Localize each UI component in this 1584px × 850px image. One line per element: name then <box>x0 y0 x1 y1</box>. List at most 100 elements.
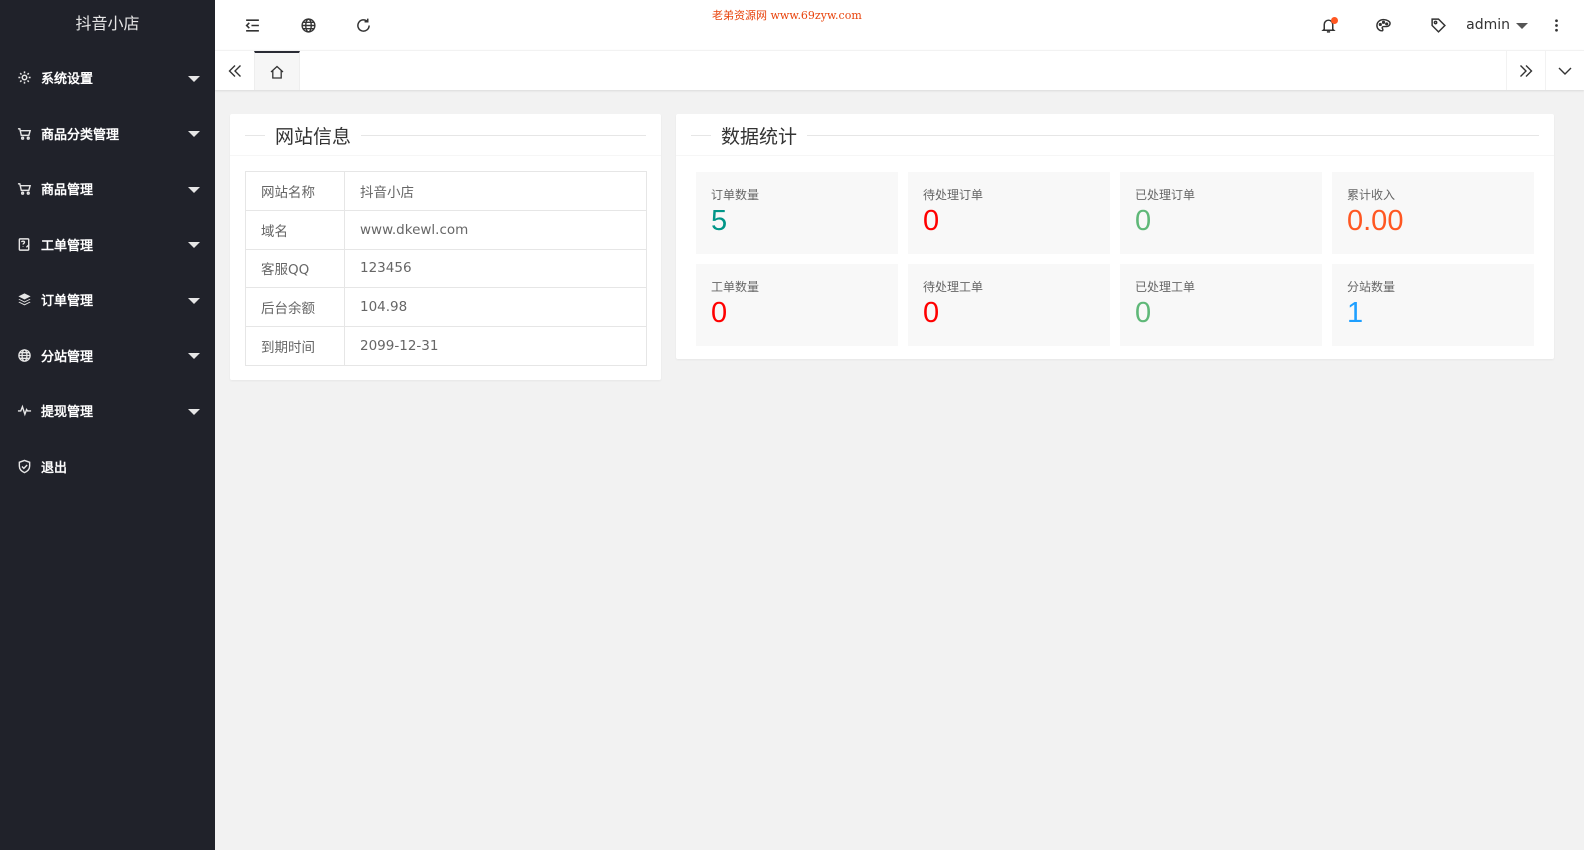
website-button[interactable] <box>288 0 328 50</box>
table-value: 2099-12-31 <box>344 326 647 366</box>
tabs-scroll-right-button[interactable] <box>1506 51 1545 90</box>
caret-down-icon <box>188 186 200 193</box>
sidebar-item-order-management[interactable]: 订单管理 <box>0 272 215 328</box>
sidebar-item-label: 商品管理 <box>41 183 94 199</box>
table-value: 123456 <box>344 248 647 289</box>
tag-icon <box>1430 17 1446 33</box>
card-header: 数据统计 <box>676 114 1554 156</box>
shield-icon <box>16 458 32 474</box>
sidebar-item-substation-management[interactable]: 分站管理 <box>0 328 215 384</box>
stat-value: 1 <box>1347 297 1364 329</box>
stat-label: 订单数量 <box>711 188 760 202</box>
table-value: www.dkewl.com <box>344 209 647 250</box>
caret-down-icon <box>1516 22 1528 29</box>
table-key: 域名 <box>245 209 345 250</box>
theme-button[interactable] <box>1363 0 1403 50</box>
stat-substation-count: 分站数量 1 <box>1332 264 1534 346</box>
notification-dot <box>1331 17 1338 24</box>
menu-toggle-button[interactable] <box>232 0 272 50</box>
caret-down-icon <box>188 75 200 82</box>
sidebar: 抖音小店 系统设置 商品分类管理 商品管理 工单管理 订单管理 分站管理 提现管… <box>0 0 215 850</box>
table-key: 后台余额 <box>245 287 345 328</box>
card-title: 网站信息 <box>265 122 362 149</box>
sidebar-item-system-settings[interactable]: 系统设置 <box>0 50 215 106</box>
stat-pending-tickets: 待处理工单 0 <box>908 264 1110 346</box>
sidebar-item-label: 分站管理 <box>41 349 94 365</box>
globe-icon <box>16 347 32 363</box>
notification-button[interactable] <box>1308 0 1348 50</box>
caret-down-icon <box>188 242 200 249</box>
table-key: 网站名称 <box>245 171 345 211</box>
more-vertical-icon <box>1554 18 1558 32</box>
refresh-icon <box>356 18 370 32</box>
tabs-scroll-left-button[interactable] <box>215 51 254 90</box>
user-menu[interactable]: admin <box>1466 0 1528 50</box>
caret-down-icon <box>188 131 200 138</box>
sidebar-item-category-management[interactable]: 商品分类管理 <box>0 106 215 162</box>
card-title: 数据统计 <box>711 122 808 149</box>
stat-value: 0 <box>1135 205 1152 237</box>
gear-icon <box>16 70 32 86</box>
stat-value: 0 <box>923 297 940 329</box>
caret-down-icon <box>188 353 200 360</box>
layers-icon <box>16 292 32 308</box>
table-key: 客服QQ <box>245 248 345 289</box>
sidebar-item-label: 退出 <box>41 460 68 476</box>
sidebar-item-product-management[interactable]: 商品管理 <box>0 161 215 217</box>
stat-pending-orders: 待处理订单 0 <box>908 172 1110 254</box>
pulse-icon <box>16 403 32 419</box>
tabs-actions-button[interactable] <box>1545 51 1584 90</box>
watermark-text: 老弟资源网 www.69zyw.com <box>712 9 862 22</box>
caret-down-icon <box>188 297 200 304</box>
table-row: 网站名称 抖音小店 <box>245 171 647 211</box>
stat-label: 已处理订单 <box>1135 188 1196 202</box>
indent-icon <box>245 18 259 32</box>
stats-card: 数据统计 订单数量 5 待处理订单 0 已处理订单 0 累计收入 0.00 工单… <box>676 114 1554 359</box>
sidebar-item-label: 系统设置 <box>41 72 94 88</box>
card-header: 网站信息 <box>230 114 661 156</box>
stat-value: 0.00 <box>1347 205 1404 237</box>
stat-order-count: 订单数量 5 <box>696 172 898 254</box>
sidebar-item-label: 订单管理 <box>41 294 94 310</box>
note-button[interactable] <box>1418 0 1458 50</box>
cart-icon <box>16 181 32 197</box>
sidebar-item-label: 商品分类管理 <box>41 127 120 143</box>
username: admin <box>1466 17 1510 33</box>
stat-value: 5 <box>711 205 728 237</box>
site-info-card: 网站信息 网站名称 抖音小店 域名 www.dkewl.com 客服QQ 123… <box>230 114 661 380</box>
stat-label: 已处理工单 <box>1135 280 1196 294</box>
stat-ticket-count: 工单数量 0 <box>696 264 898 346</box>
refresh-button[interactable] <box>343 0 383 50</box>
stat-processed-orders: 已处理订单 0 <box>1120 172 1322 254</box>
double-chevron-right-icon <box>1520 64 1533 77</box>
stat-label: 分站数量 <box>1347 280 1396 294</box>
stat-label: 工单数量 <box>711 280 760 294</box>
sidebar-item-withdrawal-management[interactable]: 提现管理 <box>0 383 215 439</box>
cart-icon <box>16 125 32 141</box>
chevron-down-icon <box>1558 67 1572 75</box>
table-value: 抖音小店 <box>344 171 647 211</box>
table-row: 到期时间 2099-12-31 <box>245 326 647 366</box>
ticket-icon <box>16 236 32 252</box>
sidebar-item-logout[interactable]: 退出 <box>0 439 215 495</box>
stat-value: 0 <box>1135 297 1152 329</box>
sidebar-item-label: 提现管理 <box>41 405 94 421</box>
sidebar-item-ticket-management[interactable]: 工单管理 <box>0 217 215 273</box>
app-logo[interactable]: 抖音小店 <box>0 0 215 50</box>
table-row: 后台余额 104.98 <box>245 287 647 328</box>
table-value: 104.98 <box>344 287 647 328</box>
stat-label: 待处理工单 <box>923 280 984 294</box>
more-button[interactable] <box>1536 0 1576 50</box>
double-chevron-left-icon <box>228 64 241 77</box>
tabs-bar <box>215 50 1584 90</box>
top-header: 老弟资源网 www.69zyw.com admin <box>215 0 1584 50</box>
stat-value: 0 <box>923 205 940 237</box>
site-info-table: 网站名称 抖音小店 域名 www.dkewl.com 客服QQ 123456 后… <box>245 171 647 366</box>
table-row: 域名 www.dkewl.com <box>245 209 647 250</box>
home-icon <box>270 65 284 79</box>
palette-icon <box>1375 18 1391 32</box>
table-row: 客服QQ 123456 <box>245 248 647 289</box>
globe-icon <box>300 17 316 33</box>
stat-label: 待处理订单 <box>923 188 984 202</box>
tab-home[interactable] <box>254 51 300 90</box>
